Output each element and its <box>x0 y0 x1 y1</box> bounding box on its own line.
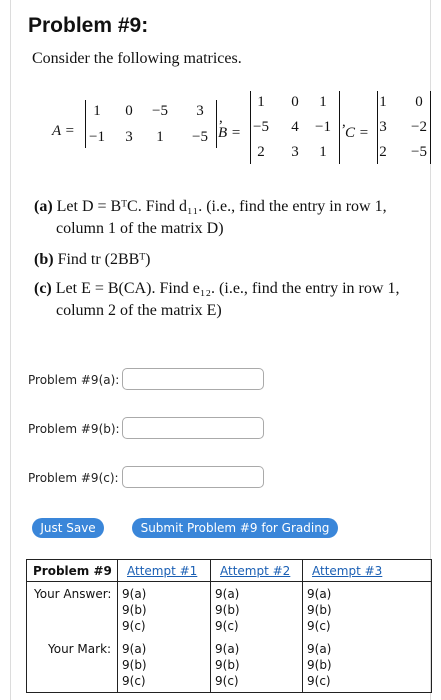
table-divider <box>210 560 211 692</box>
submit-button[interactable]: Submit Problem #9 for Grading <box>132 518 338 538</box>
matrix-b-cell: 1 <box>319 144 327 160</box>
matrix-a-cell: −5 <box>152 103 168 119</box>
mark-item: 9(a) <box>122 642 147 656</box>
matrix-equation: A = 1 0 −5 3 −1 3 1 −5 , B = 1 0 1 −5 4 … <box>0 0 441 170</box>
answer-item: 9(b) <box>307 603 332 617</box>
answer-b-input[interactable] <box>122 417 264 439</box>
part-b-tag: (b) <box>34 251 54 268</box>
attempt-1-link[interactable]: Attempt #1 <box>127 563 197 579</box>
part-a-text: Let D = BᵀC. Find d₁₁. (i.e., find the e… <box>56 198 387 215</box>
mark-item: 9(a) <box>307 642 332 656</box>
matrix-a-cell: 3 <box>196 103 204 119</box>
part-c: (c) Let E = B(CA). Find e₁₂. (i.e., find… <box>34 278 399 322</box>
matrix-b-cell: −1 <box>315 119 331 135</box>
answer-c-label: Problem #9(c): <box>28 471 119 485</box>
attempt-3-link[interactable]: Attempt #3 <box>312 563 382 579</box>
table-divider <box>302 560 303 692</box>
part-a-tag: (a) <box>34 198 53 215</box>
matrix-b-right-bar <box>339 91 340 164</box>
mark-item: 9(c) <box>307 674 331 688</box>
answer-a-label: Problem #9(a): <box>28 373 120 387</box>
matrix-c-cell: 3 <box>379 119 387 135</box>
just-save-button[interactable]: Just Save <box>32 518 104 538</box>
part-c-text: Let E = B(CA). Find e₁₂. (i.e., find the… <box>55 280 400 297</box>
matrix-c-right-bar <box>430 91 431 164</box>
part-c-text-cont: column 2 of the matrix E) <box>56 302 222 319</box>
part-a-text-cont: column 1 of the matrix D) <box>56 220 224 237</box>
mark-item: 9(b) <box>215 658 240 672</box>
matrix-c-cell: 2 <box>379 144 387 160</box>
table-divider <box>117 560 118 692</box>
answer-c-input[interactable] <box>122 466 264 488</box>
answer-b-label: Problem #9(b): <box>28 422 120 436</box>
answer-item: 9(a) <box>307 587 332 601</box>
matrix-b-cell: 1 <box>319 94 327 110</box>
mark-item: 9(c) <box>215 674 239 688</box>
your-mark-label: Your Mark: <box>48 642 112 656</box>
matrix-a-cell: −5 <box>192 129 208 145</box>
mark-item: 9(c) <box>122 674 146 688</box>
part-c-tag: (c) <box>34 280 52 297</box>
mark-item: 9(a) <box>215 642 240 656</box>
answer-item: 9(a) <box>215 587 240 601</box>
attempt-2-link[interactable]: Attempt #2 <box>220 563 290 579</box>
answer-item: 9(c) <box>215 619 239 633</box>
answer-a-input[interactable] <box>122 368 264 390</box>
attempts-table: Problem #9 Attempt #1 Attempt #2 Attempt… <box>26 559 432 693</box>
part-b: (b) Find tr (2BBᵀ) <box>34 249 150 271</box>
matrix-b-label: B = <box>218 125 242 141</box>
matrix-a-right-bar <box>216 100 217 148</box>
mark-item: 9(b) <box>307 658 332 672</box>
answer-item: 9(c) <box>122 619 146 633</box>
answer-item: 9(b) <box>215 603 240 617</box>
mark-item: 9(b) <box>122 658 147 672</box>
matrix-a-label: A = <box>52 123 75 139</box>
your-answer-label: Your Answer: <box>34 587 112 601</box>
answer-item: 9(c) <box>307 619 331 633</box>
answer-item: 9(b) <box>122 603 147 617</box>
matrix-c-cell: 1 <box>379 94 387 110</box>
answer-item: 9(a) <box>122 587 147 601</box>
matrix-c-cell: 0 <box>415 94 423 110</box>
matrix-a-cell: 1 <box>156 129 164 145</box>
table-corner: Problem #9 <box>33 564 112 578</box>
matrix-c-cell: −5 <box>411 144 427 160</box>
part-a: (a) Let D = BᵀC. Find d₁₁. (i.e., find t… <box>34 196 387 240</box>
part-b-text: Find tr (2BBᵀ) <box>57 251 151 268</box>
matrix-c-cell: −2 <box>411 119 427 135</box>
